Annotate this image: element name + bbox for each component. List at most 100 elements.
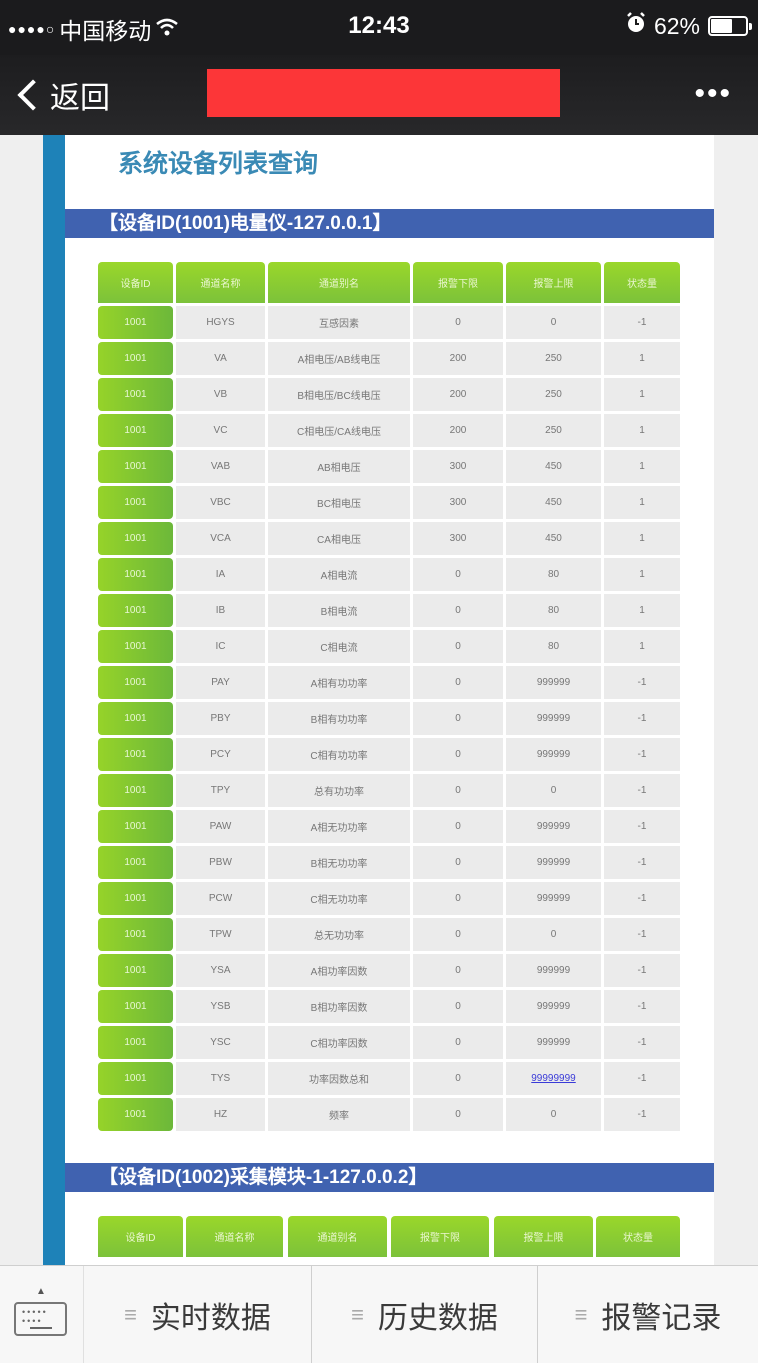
table-cell: 总无功功率 — [268, 918, 410, 951]
table-cell: 0 — [413, 846, 503, 879]
table-cell: -1 — [604, 702, 680, 735]
table-cell: PBY — [176, 702, 265, 735]
table-cell: 1001 — [98, 738, 173, 771]
table-cell: -1 — [604, 774, 680, 807]
table-cell: VAB — [176, 450, 265, 483]
table-cell: C相功率因数 — [268, 1026, 410, 1059]
back-button[interactable]: 返回 — [14, 73, 110, 117]
nav-bar: 返回 ••• — [0, 55, 758, 135]
table-cell: VB — [176, 378, 265, 411]
table-cell: A相电流 — [268, 558, 410, 591]
menu-icon: ≡ — [124, 1302, 137, 1327]
app-root: ●●●●○ 中国移动 12:43 62% 返回 ••• 系统设备列表查询 【设备… — [0, 0, 758, 1363]
table-cell: PAY — [176, 666, 265, 699]
table-cell: 互感因素 — [268, 306, 410, 339]
table-cell: A相电压/AB线电压 — [268, 342, 410, 375]
table-cell: 1001 — [98, 990, 173, 1023]
table-cell: C相电流 — [268, 630, 410, 663]
table-cell: -1 — [604, 738, 680, 771]
table-cell: 1001 — [98, 1062, 173, 1095]
table-cell: -1 — [604, 954, 680, 987]
column-header: 报警上限 — [506, 262, 601, 303]
value-link[interactable]: 99999999 — [531, 1073, 576, 1084]
table-cell: IA — [176, 558, 265, 591]
table-cell: 1001 — [98, 486, 173, 519]
table-cell: 1 — [604, 522, 680, 555]
table-cell: 0 — [413, 738, 503, 771]
table-cell: -1 — [604, 846, 680, 879]
column-header: 通道名称 — [186, 1216, 283, 1257]
table-cell: 0 — [413, 1062, 503, 1095]
device-heading: 【设备ID(1002)采集模块-1-127.0.0.2】 — [65, 1163, 714, 1192]
table-cell: 999999 — [506, 846, 601, 879]
table-cell: 1001 — [98, 630, 173, 663]
table-cell: 1001 — [98, 558, 173, 591]
table-cell: 1001 — [98, 810, 173, 843]
table-cell: 999999 — [506, 666, 601, 699]
table-cell: HGYS — [176, 306, 265, 339]
tab-alarm-records[interactable]: ≡ 报警记录 — [538, 1266, 758, 1363]
tab-label: 实时数据 — [150, 1302, 271, 1335]
battery-icon — [708, 16, 752, 36]
table-cell: YSB — [176, 990, 265, 1023]
table-cell: 0 — [413, 990, 503, 1023]
keyboard-toggle-button[interactable]: ▲ ••••• •••• — [0, 1266, 84, 1363]
table-cell: -1 — [604, 1098, 680, 1131]
table-cell: 999999 — [506, 1026, 601, 1059]
table-cell: 1001 — [98, 1098, 173, 1131]
table-cell: 0 — [413, 774, 503, 807]
table-cell: AB相电压 — [268, 450, 410, 483]
table-cell: -1 — [604, 882, 680, 915]
table-cell: 0 — [413, 630, 503, 663]
table-cell: 99999999 — [506, 1062, 601, 1095]
more-options-button[interactable]: ••• — [694, 77, 732, 111]
column-header: 报警上限 — [494, 1216, 593, 1257]
table-cell: -1 — [604, 1026, 680, 1059]
table-cell: 1 — [604, 450, 680, 483]
table-cell: 0 — [506, 918, 601, 951]
table-cell: 999999 — [506, 738, 601, 771]
table-cell: 1001 — [98, 702, 173, 735]
table-cell: 0 — [413, 306, 503, 339]
table-cell: B相功率因数 — [268, 990, 410, 1023]
table-cell: 0 — [413, 702, 503, 735]
table-cell: 300 — [413, 522, 503, 555]
table-cell: 450 — [506, 450, 601, 483]
table-cell: VBC — [176, 486, 265, 519]
table-cell: 0 — [413, 666, 503, 699]
table-cell: -1 — [604, 306, 680, 339]
table-cell: -1 — [604, 918, 680, 951]
table-cell: 450 — [506, 486, 601, 519]
back-label: 返回 — [50, 82, 110, 115]
table-cell: 0 — [413, 1098, 503, 1131]
table-cell: 450 — [506, 522, 601, 555]
table-cell: A相功率因数 — [268, 954, 410, 987]
tab-realtime-data[interactable]: ≡ 实时数据 — [84, 1266, 312, 1363]
table-cell: 0 — [413, 594, 503, 627]
table-cell: B相有功功率 — [268, 702, 410, 735]
table-cell: HZ — [176, 1098, 265, 1131]
tab-label: 报警记录 — [601, 1302, 722, 1335]
table-cell: 功率因数总和 — [268, 1062, 410, 1095]
table-cell: IC — [176, 630, 265, 663]
table-cell: 1001 — [98, 522, 173, 555]
column-header: 通道别名 — [268, 262, 410, 303]
table-cell: 0 — [506, 1098, 601, 1131]
table-cell: 1001 — [98, 450, 173, 483]
table-cell: TYS — [176, 1062, 265, 1095]
table-cell: 200 — [413, 342, 503, 375]
table-cell: 0 — [413, 918, 503, 951]
table-cell: 999999 — [506, 810, 601, 843]
table-cell: 999999 — [506, 990, 601, 1023]
table-cell: B相电压/BC线电压 — [268, 378, 410, 411]
table-cell: 1001 — [98, 954, 173, 987]
tab-history-data[interactable]: ≡ 历史数据 — [312, 1266, 538, 1363]
table-cell: -1 — [604, 810, 680, 843]
content-scroll-area[interactable]: 系统设备列表查询 【设备ID(1001)电量仪-127.0.0.1】 设备ID 通… — [0, 135, 758, 1265]
column-header: 报警下限 — [413, 262, 503, 303]
table-cell: 200 — [413, 414, 503, 447]
column-header: 通道名称 — [176, 262, 265, 303]
table-cell: 250 — [506, 378, 601, 411]
device-heading: 【设备ID(1001)电量仪-127.0.0.1】 — [65, 209, 714, 238]
table-cell: YSC — [176, 1026, 265, 1059]
